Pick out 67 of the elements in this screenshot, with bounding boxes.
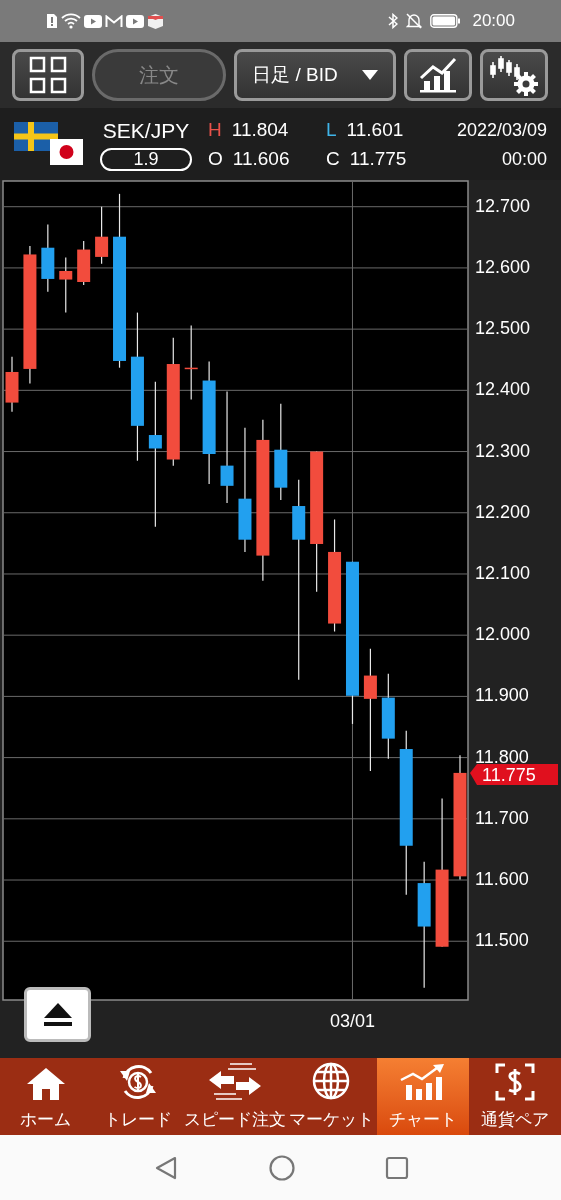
chart-settings-button[interactable]	[480, 49, 548, 101]
flags-icon	[14, 122, 84, 166]
date-label: 03/01	[329, 1011, 375, 1031]
candle	[5, 356, 19, 413]
axis-label: 11.900	[475, 685, 529, 706]
price-value: 11.804	[231, 118, 289, 141]
chart-plot-area[interactable]	[2, 180, 469, 1001]
axis-label: 12.700	[475, 195, 531, 216]
nav-tab[interactable]: マーケット	[285, 1058, 378, 1135]
axis-label: 11.700	[475, 807, 529, 828]
menu-button[interactable]	[12, 49, 84, 101]
price-label: O	[208, 147, 223, 170]
wifi-icon	[61, 13, 81, 29]
candle	[59, 256, 73, 314]
candle	[77, 240, 91, 286]
axis-label: 12.200	[475, 501, 531, 522]
bluetooth-icon	[388, 13, 399, 29]
eject-icon	[42, 1001, 73, 1028]
price-value: 11.601	[346, 118, 404, 141]
home-icon	[25, 1066, 66, 1101]
home-icon[interactable]	[268, 1154, 295, 1181]
time-text: 00:00	[501, 147, 547, 170]
dollar-exchange-icon	[117, 1062, 158, 1101]
collapse-button[interactable]	[24, 987, 91, 1042]
price-value: 11.606	[232, 147, 290, 170]
price-value: 11.775	[349, 147, 407, 170]
indicator-button[interactable]	[404, 49, 472, 101]
clock: 20:00	[472, 10, 515, 33]
timeframe-dropdown[interactable]: 日足 / BID	[234, 49, 396, 101]
price-label: L	[326, 118, 337, 141]
axis-label: 12.100	[475, 562, 531, 583]
battery-icon	[430, 14, 461, 28]
nav-tab[interactable]: スピード注文	[183, 1058, 286, 1135]
video-icon	[84, 14, 102, 28]
currency-pair: SEK/JPY	[102, 117, 190, 144]
candle	[95, 206, 109, 265]
video-icon	[126, 14, 144, 28]
alert-icon	[46, 13, 58, 29]
price-label: C	[326, 147, 340, 170]
axis-label: 12.300	[475, 440, 531, 461]
axis-label: 12.400	[475, 379, 531, 400]
axis-label: 12.600	[475, 256, 531, 277]
price-label: H	[208, 118, 222, 141]
chart-icon	[400, 1062, 447, 1101]
grid-icon	[29, 56, 67, 94]
nav-tab[interactable]: ホーム	[0, 1058, 92, 1135]
spread-badge: 1.9	[100, 147, 192, 171]
axis-label: 12.000	[475, 624, 531, 645]
mail-icon	[105, 14, 123, 28]
recents-icon[interactable]	[384, 1155, 409, 1180]
axis-label: 11.500	[475, 930, 529, 951]
caret-icon	[361, 70, 378, 80]
muted-bell-icon	[406, 13, 423, 29]
box-icon	[147, 13, 164, 29]
date-text: 2022/03/09	[456, 118, 547, 141]
axis-label: 12.500	[475, 318, 531, 339]
dollar-frame-icon	[495, 1062, 536, 1101]
arrows-icon	[207, 1060, 262, 1101]
axis-label: 11.600	[475, 869, 529, 890]
chart-icon	[418, 57, 458, 93]
current-price-tag: 11.775	[470, 763, 558, 785]
candles-gear-icon	[489, 54, 539, 96]
candle	[41, 223, 55, 293]
nav-tab[interactable]: 通貨ペア	[469, 1058, 561, 1135]
nav-tab[interactable]: チャート	[377, 1058, 470, 1135]
nav-tab[interactable]: トレード	[91, 1058, 184, 1135]
globe-icon	[311, 1060, 352, 1101]
